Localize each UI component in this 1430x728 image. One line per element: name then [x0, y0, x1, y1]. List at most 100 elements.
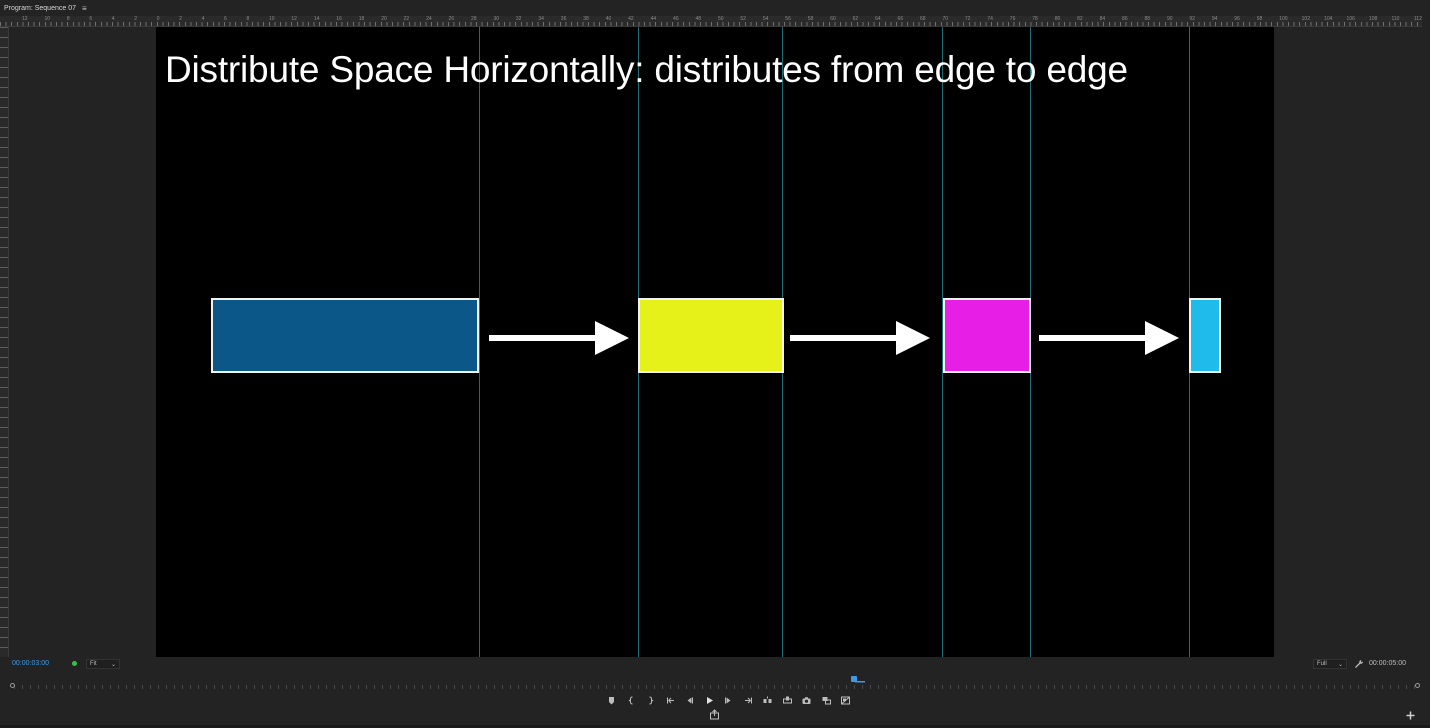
- time-ruler-ticks: [14, 685, 1416, 689]
- ruler-tick-label: 110: [1391, 16, 1400, 22]
- guide-line[interactable]: [479, 27, 480, 657]
- time-ruler-scrubber[interactable]: [10, 683, 1420, 689]
- chevron-down-icon: ⌄: [110, 661, 116, 668]
- ruler-tick-label: 80: [1054, 16, 1061, 22]
- ruler-tick-label: 74: [987, 16, 993, 22]
- ruler-tick-label: 12: [22, 16, 28, 22]
- ruler-tick-label: 16: [336, 16, 342, 22]
- overwrite-button[interactable]: [782, 695, 793, 706]
- ruler-tick-label: 20: [381, 16, 387, 22]
- comparison-view-icon: [822, 696, 831, 704]
- ruler-tick-label: 62: [852, 16, 859, 22]
- export-frame-button[interactable]: [801, 695, 812, 706]
- resolution-value: Full: [1317, 661, 1327, 667]
- ruler-tick-label: 0: [156, 16, 160, 22]
- ruler-tick-label: 88: [1144, 16, 1151, 22]
- comparison-view-button[interactable]: [821, 695, 832, 706]
- yellow-rectangle[interactable]: [638, 298, 784, 373]
- program-monitor-panel: Program: Sequence 07 ≡ 12 10 8 6 4 2 0 2 4 6 8 10 12…: [0, 0, 1430, 728]
- go-to-out-button[interactable]: [743, 695, 754, 706]
- ruler-tick-label: 84: [1099, 16, 1106, 22]
- mark-in-icon: [627, 696, 633, 704]
- ruler-tick-label: 24: [426, 16, 432, 22]
- ruler-tick-label: 64: [875, 16, 881, 22]
- zoom-scroll-handle-left[interactable]: [10, 683, 15, 688]
- ruler-tick-label: 52: [740, 16, 746, 22]
- mark-in-button[interactable]: [626, 695, 637, 706]
- ruler-tick-label: 60: [830, 16, 836, 22]
- step-forward-button[interactable]: [723, 695, 734, 706]
- cyan-rectangle[interactable]: [1189, 298, 1221, 373]
- chevron-down-icon: ⌄: [1337, 661, 1343, 668]
- insert-button[interactable]: [762, 695, 773, 706]
- ruler-tick-label: 8: [246, 16, 250, 22]
- ruler-tick-label: 28: [471, 16, 477, 22]
- ruler-tick-label: 12: [291, 16, 297, 22]
- playback-resolution-select[interactable]: Full ⌄: [1313, 659, 1347, 669]
- go-to-out-icon: [744, 697, 752, 703]
- ruler-tick-label: 78: [1032, 16, 1038, 22]
- go-to-in-button[interactable]: [665, 695, 676, 706]
- mark-out-button[interactable]: [645, 695, 656, 706]
- ruler-tick-label: 112: [1413, 16, 1422, 22]
- button-editor-icon[interactable]: [709, 709, 720, 720]
- toggle-proxies-icon: [841, 696, 850, 704]
- ruler-tick-label: 14: [313, 16, 320, 22]
- ruler-tick-label: 58: [807, 16, 814, 22]
- ruler-tick-label: 100: [1279, 16, 1288, 22]
- ruler-tick-label: 96: [1234, 16, 1240, 22]
- ruler-tick-label: 38: [583, 16, 589, 22]
- ruler-tick-label: 94: [1211, 16, 1218, 22]
- duration-timecode: 00:00:05:00: [1369, 660, 1406, 667]
- ruler-tick-label: 10: [268, 16, 275, 22]
- ruler-tick-label: 50: [717, 16, 724, 22]
- step-back-button[interactable]: [684, 695, 695, 706]
- magenta-rectangle[interactable]: [943, 298, 1031, 373]
- status-indicator: [72, 661, 77, 666]
- ruler-tick-label: 90: [1166, 16, 1173, 22]
- right-arrow-icon[interactable]: [790, 321, 930, 355]
- right-arrow-icon[interactable]: [489, 321, 629, 355]
- transport-controls: [606, 694, 860, 706]
- ruler-tick-label: 82: [1077, 16, 1083, 22]
- zoom-scroll-handle-right[interactable]: [1415, 683, 1420, 688]
- ruler-tick-label: 26: [448, 16, 455, 22]
- ruler-tick-label: 92: [1189, 16, 1195, 22]
- ruler-tick-label: 68: [920, 16, 926, 22]
- add-marker-button[interactable]: [606, 695, 617, 706]
- playhead-marker[interactable]: [851, 676, 865, 683]
- ruler-tick-label: 102: [1301, 16, 1310, 22]
- ruler-tick-label: 10: [44, 16, 50, 22]
- ruler-tick-label: 30: [493, 16, 499, 22]
- ruler-tick-label: 22: [403, 16, 410, 22]
- zoom-level-value: Fit: [90, 661, 97, 667]
- right-arrow-icon[interactable]: [1039, 321, 1179, 355]
- program-canvas[interactable]: Distribute Space Horizontally: distribut…: [156, 27, 1274, 657]
- wrench-icon[interactable]: [1354, 659, 1364, 669]
- ruler-tick-label: 54: [762, 16, 769, 22]
- ruler-tick-label: 106: [1346, 16, 1355, 22]
- toggle-proxies-button[interactable]: [840, 695, 851, 706]
- step-forward-icon: [725, 697, 731, 703]
- play-button[interactable]: [704, 695, 715, 706]
- plus-icon[interactable]: [1405, 710, 1416, 721]
- hamburger-menu-icon[interactable]: ≡: [82, 4, 87, 13]
- ruler-tick-label: 2: [134, 16, 138, 22]
- play-icon: [706, 696, 713, 704]
- horizontal-ruler-labels: 12 10 8 6 4 2 0 2 4 6 8 10 12 14 16 18 20 22 24 26 28 30 32 34 3…: [0, 16, 1422, 26]
- vertical-ruler: [0, 27, 9, 657]
- ruler-tick-label: 76: [1009, 16, 1016, 22]
- ruler-tick-label: 70: [942, 16, 948, 22]
- ruler-tick-label: 48: [695, 16, 702, 22]
- zoom-level-select[interactable]: Fit ⌄: [86, 659, 120, 669]
- ruler-tick-label: 8: [66, 16, 70, 22]
- panel-title[interactable]: Program: Sequence 07: [4, 5, 76, 12]
- ruler-tick-label: 56: [785, 16, 791, 22]
- ruler-tick-label: 36: [560, 16, 567, 22]
- ruler-tick-label: 42: [628, 16, 634, 22]
- ruler-tick-label: 44: [650, 16, 657, 22]
- blue-rectangle[interactable]: [211, 298, 479, 373]
- current-timecode[interactable]: 00:00:03:00: [12, 660, 49, 667]
- ruler-tick-label: 6: [89, 16, 93, 22]
- canvas-title-text[interactable]: Distribute Space Horizontally: distribut…: [165, 49, 1128, 91]
